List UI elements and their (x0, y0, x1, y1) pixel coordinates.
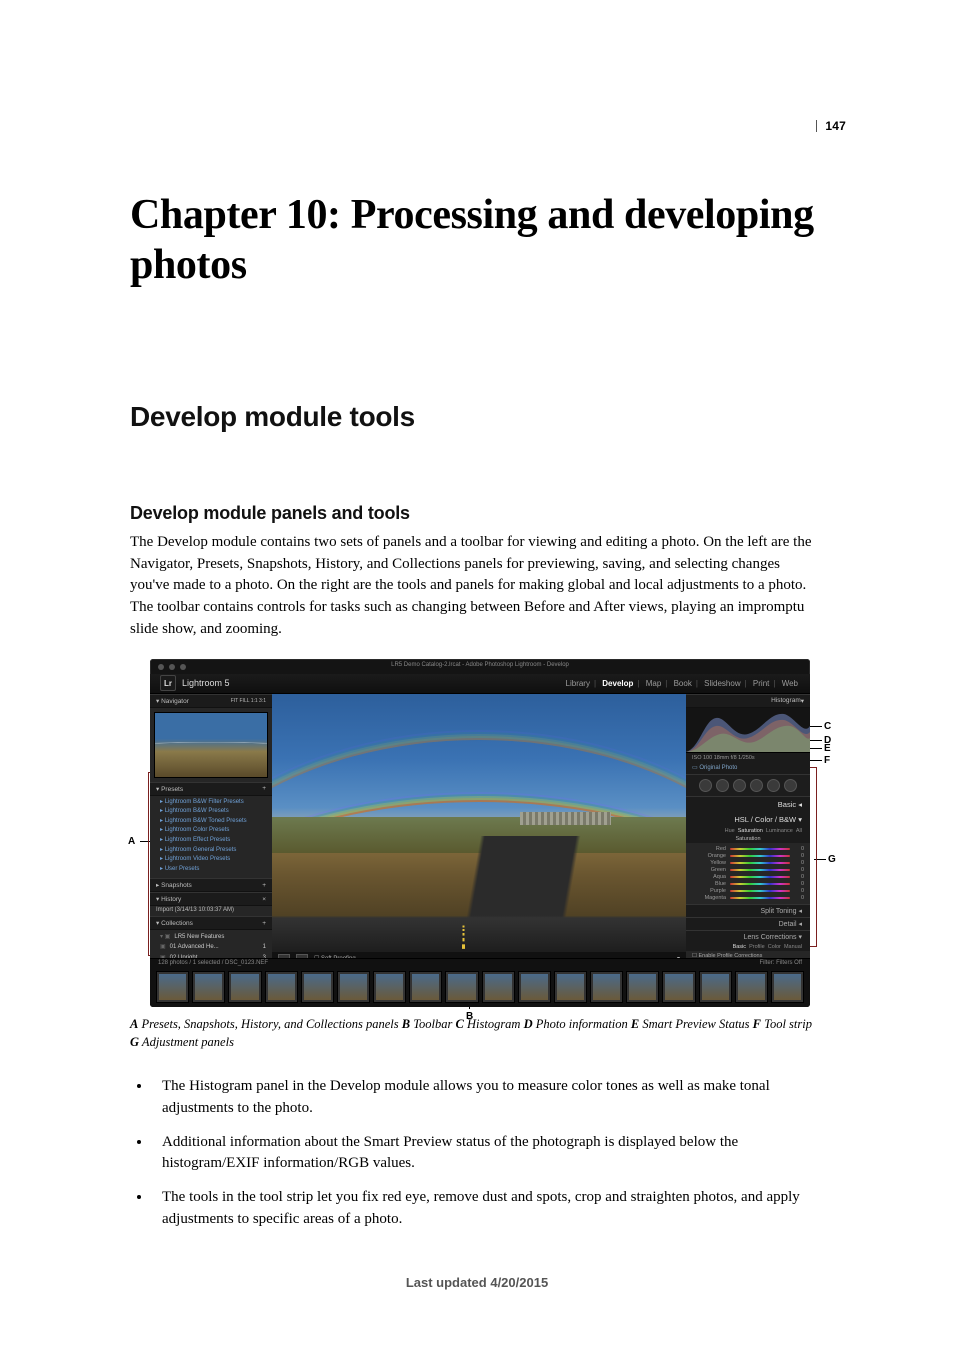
collections-header[interactable]: ▾ Collections+ (150, 916, 272, 930)
history-header[interactable]: ▾ History× (150, 892, 272, 906)
tool-strip[interactable] (686, 774, 810, 797)
photo-info: ISO 100 18mm f/8 1/250s (686, 753, 810, 763)
presets-header[interactable]: ▾ Presets+ (150, 782, 272, 796)
thumb[interactable] (590, 971, 623, 1003)
module-develop[interactable]: Develop (602, 679, 633, 688)
hsl-header[interactable]: HSL / Color / B&W ▾ (686, 812, 810, 827)
screenshot-lightroom-develop: LR5 Demo Catalog-2.lrcat - Adobe Photosh… (150, 659, 810, 1007)
presets-list[interactable]: ▸ Lightroom B&W Filter Presets ▸ Lightro… (150, 796, 272, 879)
thumb[interactable] (301, 971, 334, 1003)
lens-tabs[interactable]: Basic Profile Color Manual (686, 943, 810, 951)
figure-caption: A Presets, Snapshots, History, and Colle… (130, 1015, 822, 1053)
window-controls (158, 664, 186, 670)
thumb[interactable] (156, 971, 189, 1003)
bullet-item: The tools in the tool strip let you fix … (152, 1187, 822, 1243)
module-picker[interactable]: Library| Develop| Map| Book| Slideshow| … (564, 679, 800, 688)
bullet-item: Additional information about the Smart P… (152, 1132, 822, 1188)
section-heading: Develop module tools (130, 401, 822, 433)
detail-header[interactable]: Detail ◂ (686, 917, 810, 930)
smart-preview-status: ▭ Original Photo (686, 763, 810, 774)
preset-item[interactable]: ▸ Lightroom Effect Presets (160, 836, 266, 846)
preset-item[interactable]: ▸ Lightroom General Presets (160, 846, 266, 856)
logo-text: Lightroom 5 (182, 678, 230, 688)
bullet-list: The Histogram panel in the Develop modul… (130, 1076, 822, 1243)
thumb[interactable] (265, 971, 298, 1003)
thumb[interactable] (337, 971, 370, 1003)
module-book[interactable]: Book (674, 679, 692, 688)
page-number: 147 (816, 120, 846, 132)
histogram-graph[interactable] (686, 708, 810, 753)
preset-item[interactable]: ▸ Lightroom B&W Presets (160, 807, 266, 817)
left-panels: ▾ Navigator FIT FILL 1:1 3:1 ▾ Presets+ … (150, 694, 272, 959)
intro-paragraph: The Develop module contains two sets of … (130, 532, 822, 641)
bullet-item: The Histogram panel in the Develop modul… (152, 1076, 822, 1132)
thumb[interactable] (409, 971, 442, 1003)
callout-C: C (824, 721, 831, 732)
histogram-header[interactable]: Histogram ▾ (686, 694, 810, 708)
hsl-sliders[interactable]: Red0 Orange0 Yellow0 Green0 Aqua0 Blue0 … (686, 843, 810, 904)
module-print[interactable]: Print (753, 679, 769, 688)
hsl-tabs[interactable]: Hue Saturation Luminance All (686, 827, 810, 835)
basic-header[interactable]: Basic ◂ (686, 797, 810, 812)
callout-B: B (466, 1011, 473, 1022)
preset-item[interactable]: ▸ Lightroom Color Presets (160, 826, 266, 836)
callout-A: A (128, 836, 135, 847)
right-panels: Histogram ▾ ISO 100 18mm f/8 1/250s ▭ Or… (686, 694, 810, 959)
navigator-header[interactable]: ▾ Navigator FIT FILL 1:1 3:1 (150, 694, 272, 708)
grad-tool-icon[interactable] (750, 779, 763, 792)
filmstrip-info-right: Filter: Filters Off (759, 960, 802, 966)
thumb[interactable] (771, 971, 804, 1003)
history-item[interactable]: Import (3/14/13 10:03:37 AM) (150, 906, 272, 916)
thumb[interactable] (554, 971, 587, 1003)
snapshots-header[interactable]: ▸ Snapshots+ (150, 878, 272, 892)
page-footer: Last updated 4/20/2015 (0, 1275, 954, 1290)
window-title: LR5 Demo Catalog-2.lrcat - Adobe Photosh… (391, 662, 569, 668)
saturation-label: Saturation (686, 835, 810, 843)
collection-item[interactable]: ▾ ▣LR5 New Features (160, 932, 266, 942)
thumb[interactable] (662, 971, 695, 1003)
redeye-tool-icon[interactable] (733, 779, 746, 792)
thumb[interactable] (735, 971, 768, 1003)
bracket-G (810, 767, 817, 947)
filmstrip-info-left: 128 photos / 1 selected / DSC_0123.NEF (158, 960, 268, 966)
thumb[interactable] (626, 971, 659, 1003)
filmstrip[interactable]: 128 photos / 1 selected / DSC_0123.NEF F… (150, 958, 810, 1007)
thumb[interactable] (228, 971, 261, 1003)
thumb[interactable] (192, 971, 225, 1003)
chapter-title: Chapter 10: Processing and developing ph… (130, 190, 822, 291)
thumb[interactable] (699, 971, 732, 1003)
module-map[interactable]: Map (646, 679, 662, 688)
callout-F: F (824, 755, 830, 766)
spot-tool-icon[interactable] (716, 779, 729, 792)
main-photo-view[interactable] (272, 694, 686, 952)
thumb[interactable] (518, 971, 551, 1003)
preset-item[interactable]: ▸ Lightroom Video Presets (160, 855, 266, 865)
module-web[interactable]: Web (782, 679, 798, 688)
module-slideshow[interactable]: Slideshow (704, 679, 740, 688)
lens-header[interactable]: Lens Corrections ▾ (686, 930, 810, 943)
brush-tool-icon[interactable] (784, 779, 797, 792)
preset-item[interactable]: ▸ Lightroom B&W Filter Presets (160, 798, 266, 808)
navigator-thumbnail[interactable] (154, 712, 268, 778)
module-library[interactable]: Library (566, 679, 590, 688)
collection-item[interactable]: ▣01 Advanced He...1 (160, 942, 266, 952)
preset-item[interactable]: ▸ User Presets (160, 865, 266, 875)
app-logo: Lr Lightroom 5 (160, 675, 230, 691)
filmstrip-thumbs[interactable] (156, 971, 804, 1003)
preset-item[interactable]: ▸ Lightroom B&W Toned Presets (160, 817, 266, 827)
callout-E: E (824, 743, 831, 754)
crop-tool-icon[interactable] (699, 779, 712, 792)
subsection-heading: Develop module panels and tools (130, 503, 822, 524)
logo-icon: Lr (160, 675, 176, 691)
figure-wrap: A B C D E F G LR5 D (130, 659, 830, 1007)
thumb[interactable] (445, 971, 478, 1003)
split-toning-header[interactable]: Split Toning ◂ (686, 904, 810, 917)
thumb[interactable] (482, 971, 515, 1003)
thumb[interactable] (373, 971, 406, 1003)
callout-G: G (828, 854, 836, 865)
radial-tool-icon[interactable] (767, 779, 780, 792)
app-header: Lr Lightroom 5 Library| Develop| Map| Bo… (150, 674, 810, 694)
